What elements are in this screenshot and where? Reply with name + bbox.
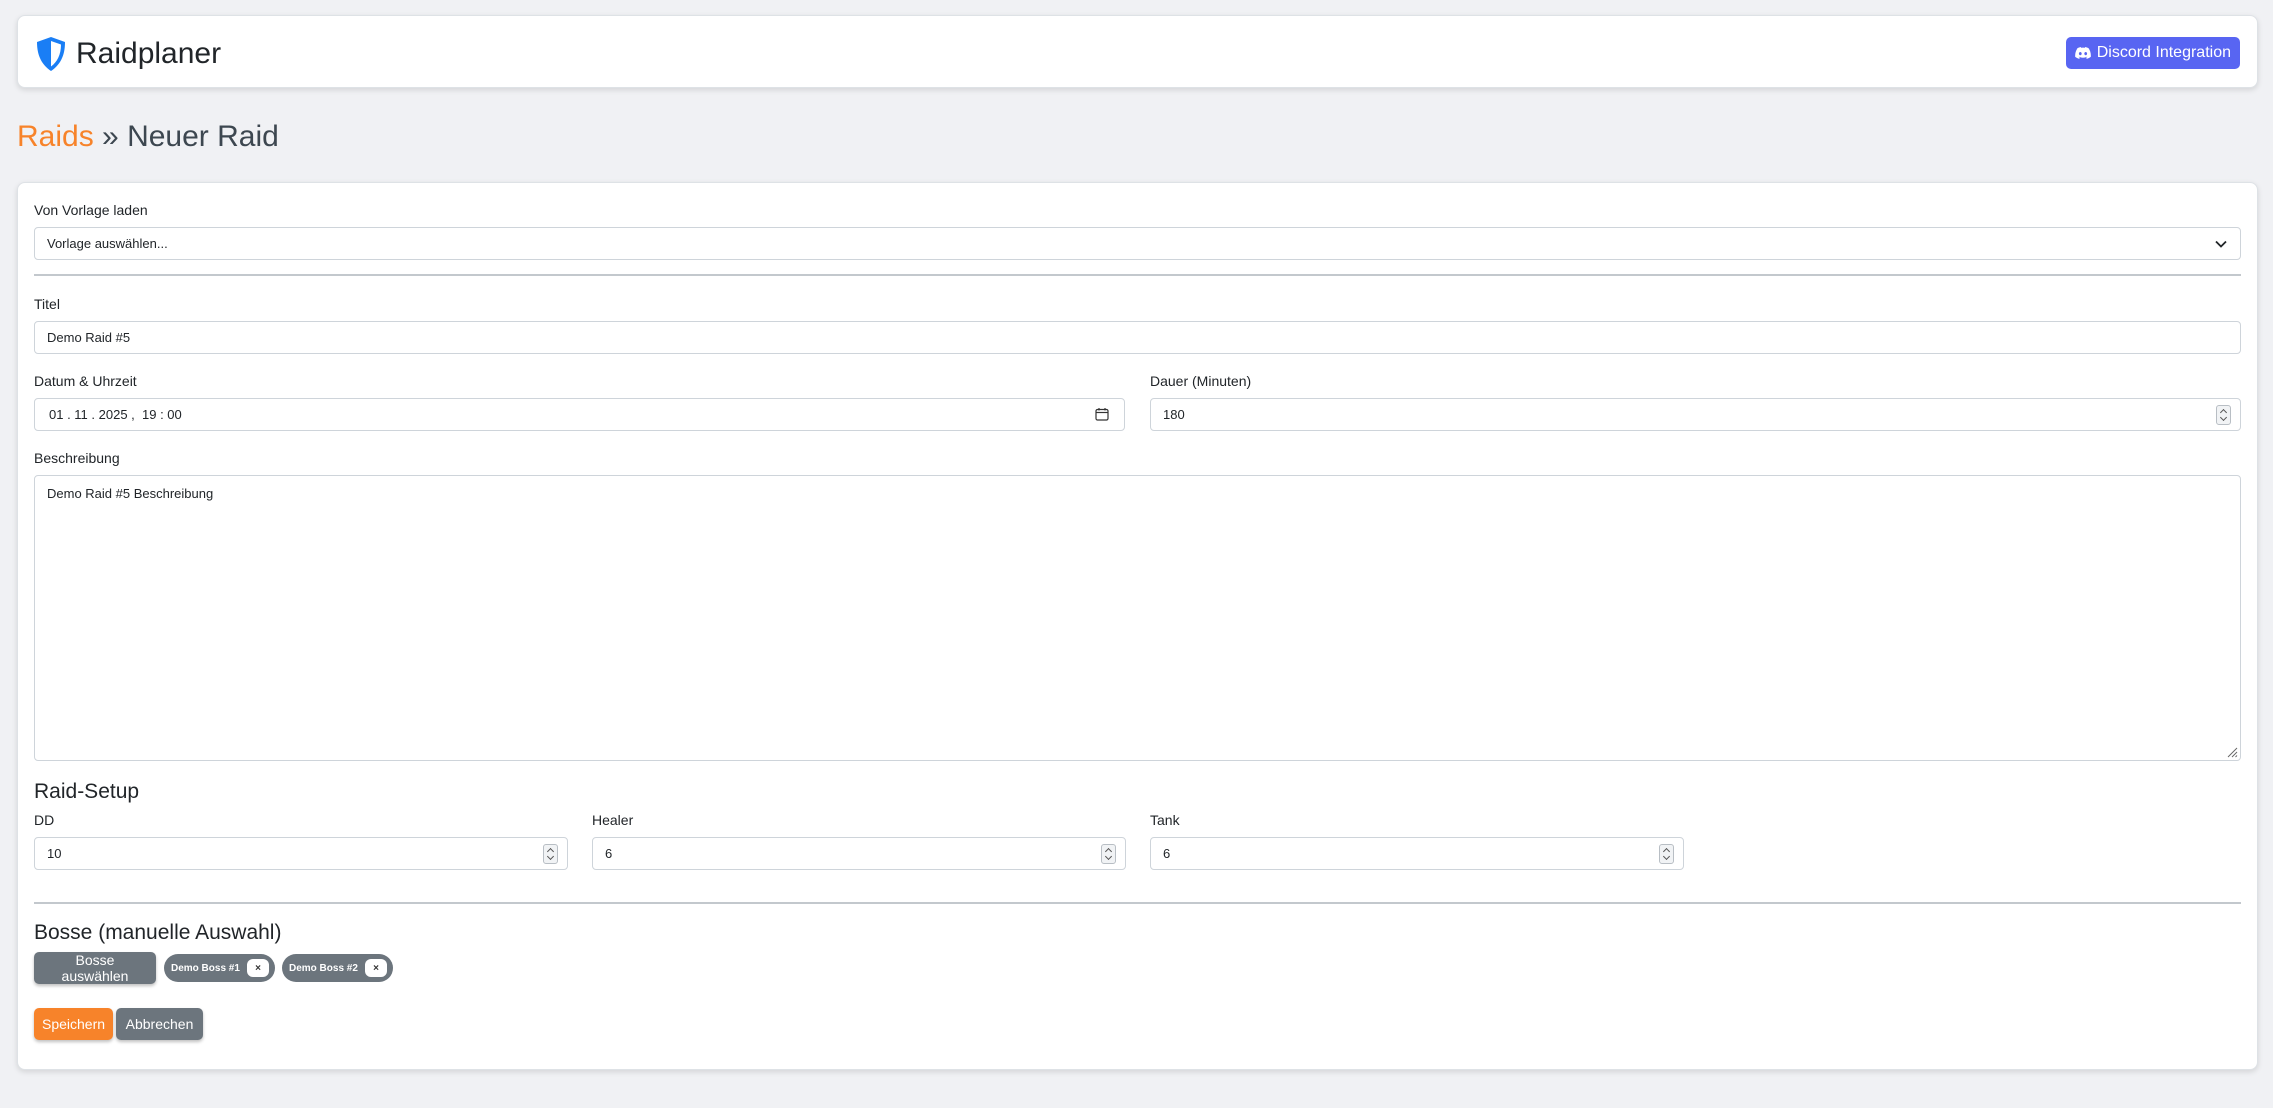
save-button[interactable]: Speichern — [34, 1008, 113, 1040]
dd-label: DD — [34, 812, 55, 828]
duration-input-value: 180 — [1163, 407, 1185, 422]
breadcrumb: Raids » Neuer Raid — [17, 120, 279, 154]
datetime-label: Datum & Uhrzeit — [34, 373, 137, 389]
template-select-value: Vorlage auswählen... — [47, 236, 168, 251]
divider — [34, 274, 2241, 276]
tank-stepper[interactable] — [1659, 844, 1674, 864]
dd-input-value: 10 — [47, 846, 62, 861]
title-input-value: Demo Raid #5 — [47, 330, 131, 345]
description-textarea[interactable]: Demo Raid #5 Beschreibung — [34, 475, 2241, 761]
breadcrumb-raids-link[interactable]: Raids — [17, 120, 94, 153]
tank-input-value: 6 — [1163, 846, 1171, 861]
template-label: Von Vorlage laden — [34, 202, 148, 218]
page-title: Neuer Raid — [127, 120, 279, 153]
duration-input[interactable]: 180 — [1150, 398, 2241, 431]
cancel-button[interactable]: Abbrechen — [116, 1008, 203, 1040]
template-select[interactable]: Vorlage auswählen... — [34, 227, 2241, 260]
calendar-icon[interactable] — [1095, 407, 1109, 421]
healer-label: Healer — [592, 812, 634, 828]
dd-stepper[interactable] — [543, 844, 558, 864]
duration-stepper[interactable] — [2216, 405, 2231, 425]
discord-button-label: Discord Integration — [2096, 44, 2231, 61]
raid-setup-heading: Raid-Setup — [34, 780, 140, 803]
resize-handle-icon[interactable] — [2226, 746, 2238, 758]
chevron-down-icon — [2215, 240, 2227, 248]
divider — [34, 902, 2241, 904]
dd-input[interactable]: 10 — [34, 837, 568, 870]
tank-label: Tank — [1150, 812, 1180, 828]
healer-input[interactable]: 6 — [592, 837, 1126, 870]
shield-icon — [37, 37, 65, 71]
boss-chip-label: Demo Boss #1 — [171, 962, 240, 974]
breadcrumb-separator: » — [102, 120, 119, 153]
datetime-input-value: 01 . 11 . 2025 , 19 : 00 — [49, 407, 182, 422]
title-label: Titel — [34, 296, 60, 312]
remove-boss-button[interactable]: × — [365, 959, 387, 977]
tank-input[interactable]: 6 — [1150, 837, 1684, 870]
title-input[interactable]: Demo Raid #5 — [34, 321, 2241, 354]
description-label: Beschreibung — [34, 450, 120, 466]
discord-integration-button[interactable]: Discord Integration — [2065, 37, 2240, 69]
select-bosses-button[interactable]: Bosse auswählen — [34, 952, 156, 984]
boss-chip: Demo Boss #1 × — [164, 954, 275, 982]
boss-chip-label: Demo Boss #2 — [289, 962, 358, 974]
brand[interactable]: Raidplaner — [35, 36, 221, 72]
raid-form-card: Von Vorlage laden Vorlage auswählen... T… — [17, 182, 2258, 1070]
healer-input-value: 6 — [605, 846, 613, 861]
discord-icon — [2074, 46, 2091, 59]
remove-boss-button[interactable]: × — [247, 959, 269, 977]
brand-name: Raidplaner — [76, 37, 222, 70]
duration-label: Dauer (Minuten) — [1150, 373, 1252, 389]
healer-stepper[interactable] — [1101, 844, 1116, 864]
boss-chip: Demo Boss #2 × — [282, 954, 393, 982]
navbar: Raidplaner Discord Integration — [17, 15, 2258, 88]
description-textarea-value: Demo Raid #5 Beschreibung — [47, 486, 214, 501]
bosses-heading: Bosse (manuelle Auswahl) — [34, 921, 282, 944]
datetime-input[interactable]: 01 . 11 . 2025 , 19 : 00 — [34, 398, 1125, 431]
